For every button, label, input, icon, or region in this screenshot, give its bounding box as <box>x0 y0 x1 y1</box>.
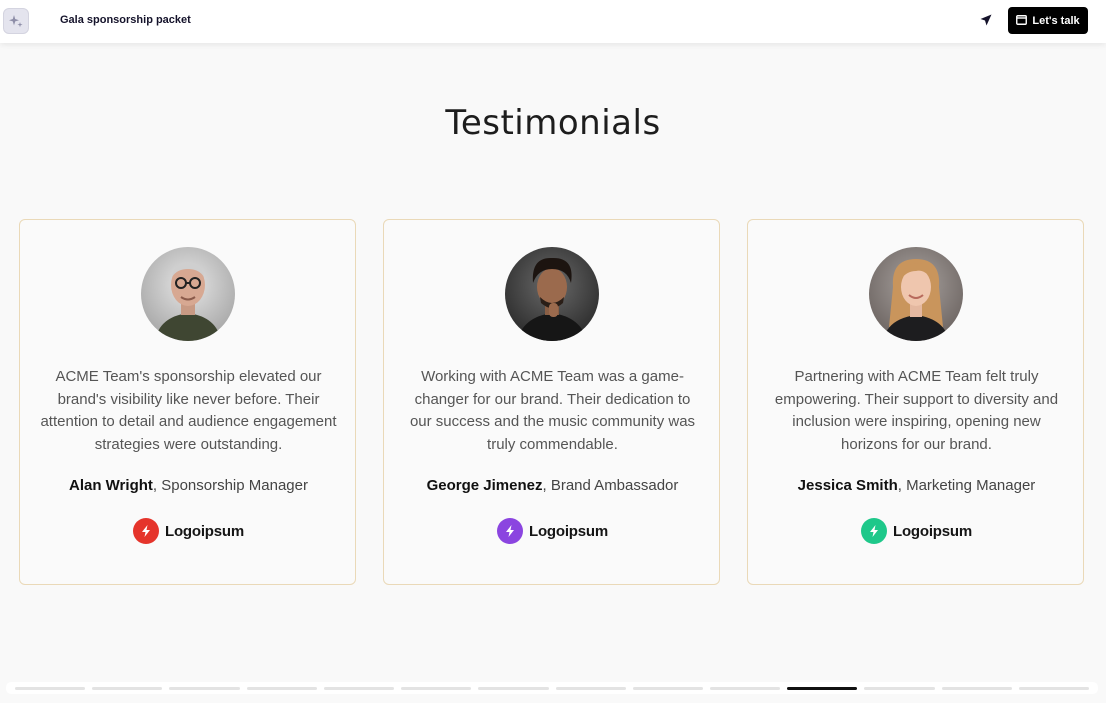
testimonial-card: Partnering with ACME Team felt truly emp… <box>747 219 1084 585</box>
avatar <box>869 247 963 341</box>
author-name: George Jimenez <box>426 477 543 494</box>
slide-pager <box>6 682 1098 694</box>
author-role: , Sponsorship Manager <box>152 477 308 494</box>
avatar <box>505 247 599 341</box>
testimonial-card: ACME Team's sponsorship elevated our bra… <box>19 219 356 585</box>
logo-text: Logoipsum <box>892 522 973 540</box>
testimonial-quote: ACME Team's sponsorship elevated our bra… <box>40 368 337 453</box>
testimonial-quote: Partnering with ACME Team felt truly emp… <box>774 368 1059 453</box>
sparkle-icon[interactable] <box>3 8 29 34</box>
testimonial-author: George Jimenez, Brand Ambassador <box>394 477 711 494</box>
calendar-icon <box>1016 14 1028 28</box>
testimonial-card: Working with ACME Team was a game-change… <box>383 219 720 585</box>
lightning-bolt-icon <box>496 518 523 544</box>
section-heading: Testimonials <box>445 103 661 143</box>
lightning-bolt-icon <box>860 518 887 544</box>
document-title: Gala sponsorship packet <box>60 14 191 26</box>
slide-indicator-7[interactable] <box>478 686 549 690</box>
slide-indicator-6[interactable] <box>401 686 472 690</box>
slide-indicator-2[interactable] <box>92 686 163 690</box>
slide-indicator-10[interactable] <box>709 686 781 690</box>
lets-talk-label: Let's talk <box>1032 14 1080 27</box>
testimonial-author: Alan Wright, Sponsorship Manager <box>30 477 347 494</box>
author-name: Jessica Smith <box>797 477 898 494</box>
slide-indicator-5[interactable] <box>323 686 395 690</box>
lightning-bolt-icon <box>132 518 159 544</box>
lets-talk-button[interactable]: Let's talk <box>1008 7 1088 34</box>
send-arrow-icon[interactable] <box>978 12 994 28</box>
slide-indicator-8[interactable] <box>555 686 626 690</box>
slide-indicator-13[interactable] <box>941 686 1012 690</box>
top-bar: Gala sponsorship packet Let's talk <box>0 0 1106 43</box>
company-logo: Logoipsum <box>20 518 357 544</box>
testimonial-author: Jessica Smith, Marketing Manager <box>758 477 1075 494</box>
slide-indicator-12[interactable] <box>864 686 935 690</box>
author-role: , Brand Ambassador <box>542 477 679 494</box>
author-role: , Marketing Manager <box>897 477 1036 494</box>
logo-text: Logoipsum <box>164 522 245 540</box>
slide-indicator-14[interactable] <box>1018 686 1090 690</box>
company-logo: Logoipsum <box>384 518 721 544</box>
avatar <box>141 247 235 341</box>
company-logo: Logoipsum <box>748 518 1085 544</box>
logo-text: Logoipsum <box>528 522 609 540</box>
slide-indicator-4[interactable] <box>246 686 317 690</box>
author-name: Alan Wright <box>69 477 153 494</box>
slide-indicator-1[interactable] <box>15 686 86 690</box>
testimonial-quote: Working with ACME Team was a game-change… <box>409 368 696 453</box>
slide-indicator-3[interactable] <box>169 686 240 690</box>
slide-indicator-9[interactable] <box>632 686 703 690</box>
slide-indicator-11[interactable] <box>787 686 858 690</box>
